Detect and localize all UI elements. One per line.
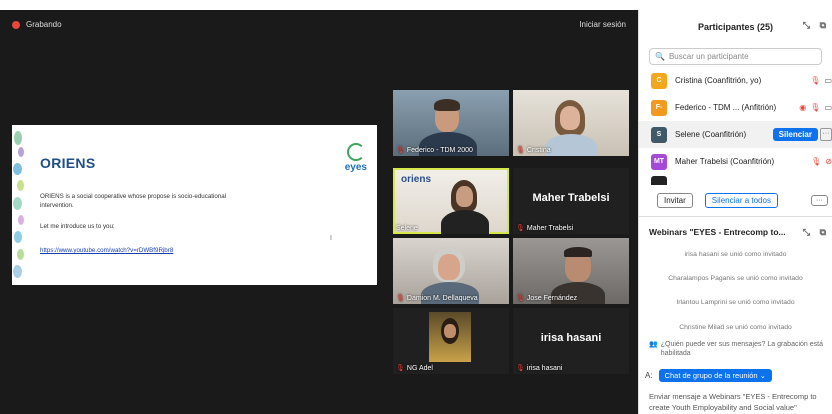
participants-title: Participantes (25) — [697, 22, 774, 32]
camera-icon: ▭ — [824, 76, 832, 85]
recording-dot-icon — [12, 20, 20, 29]
tile-name: Damion M. Dellaqueva — [406, 294, 478, 302]
eyes-logo-icon — [346, 143, 365, 161]
recipient-label: A: — [645, 371, 653, 380]
meeting-stage: Grabando Iniciar sesión ORIENS eyes ORIE… — [0, 10, 638, 414]
chat-messages: irisa hasani se unió como invitado Chara… — [639, 247, 832, 329]
video-tile-federico[interactable]: 🎙 Federico - TDM 2000 — [393, 90, 509, 156]
tile-name: irisa hasani — [526, 364, 563, 372]
avatar — [651, 176, 667, 185]
chat-system-message: Christine Milad se unió como invitado — [679, 324, 792, 329]
mute-all-button[interactable]: Silenciar a todos — [704, 193, 778, 208]
video-tile-irisa[interactable]: irisa hasani 🎙 irisa hasani — [513, 308, 629, 374]
eyes-logo-text: eyes — [344, 162, 367, 173]
popout-icon[interactable]: ⧉ — [820, 227, 826, 238]
recording-indicator: Grabando — [12, 20, 62, 29]
participant-name: Selene (Coanfitrión) — [675, 130, 747, 139]
participant-name: Cristina (Coanfitrión, yo) — [675, 76, 762, 85]
participant-row[interactable]: C Cristina (Coanfitrión, yo) 🎙 ▭ — [639, 67, 832, 94]
invite-button[interactable]: Invitar — [657, 193, 693, 208]
eyes-logo: eyes — [345, 143, 367, 173]
video-tile-ng-adel[interactable]: 🎙 NG Adel — [393, 308, 509, 374]
people-icon: 👥 — [649, 341, 658, 348]
slide-paragraph: ORIENS is a social cooperative whose pro… — [40, 193, 227, 209]
chat-header: Webinars "EYES - Entrecomp to... ⤡ ⧉ — [639, 217, 832, 247]
slide-link[interactable]: https://www.youtube.com/watch?v=rDWBf9Rj… — [40, 247, 173, 254]
avatar: MT — [651, 153, 667, 170]
tile-name: NG Adel — [406, 364, 433, 372]
tile-display-name: Maher Trabelsi — [532, 192, 610, 204]
search-input[interactable] — [668, 52, 809, 61]
avatar: F- — [651, 99, 667, 116]
signin-link[interactable]: Iniciar sesión — [579, 20, 626, 29]
participant-row[interactable]: MT Maher Trabelsi (Coanfitrión) 🎙 ⊘ — [639, 148, 832, 175]
chat-system-message: irisa hasani se unió como invitado — [684, 251, 787, 258]
muted-mic-icon: 🎙 — [396, 365, 405, 372]
muted-mic-icon: 🎙 — [516, 147, 525, 154]
slide-decoration — [12, 125, 26, 285]
avatar: S — [651, 126, 667, 143]
video-tile-cristina[interactable]: 🎙 Cristina — [513, 90, 629, 156]
camera-off-icon: ⊘ — [825, 157, 832, 166]
more-button[interactable]: ··· — [811, 195, 828, 206]
chat-system-message: Charalampos Paganis se unió como invitad… — [668, 275, 803, 282]
search-icon: 🔍 — [655, 52, 665, 61]
participants-header: Participantes (25) ⤡ ⧉ — [639, 10, 832, 44]
chat-title: Webinars "EYES - Entrecomp to... — [649, 227, 786, 237]
video-tile-damion[interactable]: 🎙 Damion M. Dellaqueva — [393, 238, 509, 304]
privacy-text: ¿Quién puede ver sus mensajes? La grabac… — [660, 341, 823, 357]
video-tile-maher[interactable]: Maher Trabelsi 🎙 Maher Trabelsi — [513, 168, 629, 234]
video-tile-jose[interactable]: 🎙 Jose Fernández — [513, 238, 629, 304]
chevron-down-icon: ⌄ — [759, 371, 766, 380]
participant-name: Federico - TDM ... (Anfitrión) — [675, 103, 777, 112]
recipient-dropdown[interactable]: Chat de grupo de la reunión ⌄ — [658, 369, 772, 382]
participants-actions: Invitar Silenciar a todos ··· — [639, 185, 832, 217]
participant-row[interactable]: F- Federico - TDM ... (Anfitrión) ◉ 🎙 ▭ — [639, 94, 832, 121]
tile-name: Selene — [396, 225, 418, 232]
collapse-icon[interactable]: ⤡ — [803, 227, 810, 238]
chat-compose-input[interactable]: Enviar mensaje a Webinars "EYES - Entrec… — [639, 391, 832, 413]
tile-name: Maher Trabelsi — [526, 224, 574, 232]
recording-label: Grabando — [26, 20, 62, 29]
chat-system-message: Irlantou Lamprini se unió como invitado — [676, 299, 795, 306]
chat-recipient: A: Chat de grupo de la reunión ⌄ — [645, 369, 772, 382]
more-options-button[interactable]: ··· — [820, 128, 832, 141]
mute-participant-button[interactable]: Silenciar — [772, 128, 818, 141]
video-tile-selene[interactable]: oriens Selene — [393, 168, 509, 234]
shared-screen: ORIENS eyes ORIENS is a social cooperati… — [12, 125, 377, 285]
collapse-icon[interactable]: ⤡ — [803, 20, 810, 31]
text-cursor-icon: I — [330, 235, 332, 242]
tile-display-name: irisa hasani — [540, 332, 602, 344]
camera-icon: ▭ — [824, 103, 832, 112]
muted-mic-icon: 🎙 — [516, 365, 525, 372]
muted-mic-icon: 🎙 — [516, 295, 525, 302]
participant-name: Maher Trabelsi (Coanfitrión) — [675, 157, 775, 166]
participant-search[interactable]: 🔍 — [649, 48, 822, 65]
participant-row[interactable]: S Selene (Coanfitrión) Silenciar ··· — [639, 121, 832, 148]
tile-name: Cristina — [526, 146, 551, 154]
participant-row[interactable] — [639, 175, 832, 185]
avatar: C — [651, 72, 667, 89]
muted-mic-icon: 🎙 — [811, 157, 822, 166]
muted-mic-icon: 🎙 — [396, 295, 405, 302]
popout-icon[interactable]: ⧉ — [820, 20, 826, 31]
side-panel: Participantes (25) ⤡ ⧉ 🔍 C Cristina (Coa… — [638, 10, 832, 414]
muted-mic-icon: 🎙 — [516, 225, 525, 232]
muted-mic-icon: 🎙 — [810, 103, 821, 112]
muted-mic-icon: 🎙 — [810, 76, 821, 85]
slide-intro: Let me introduce us to you: — [40, 223, 115, 230]
recording-icon: ◉ — [799, 103, 807, 112]
tile-name: Jose Fernández — [526, 294, 578, 302]
chat-privacy-notice[interactable]: 👥 ¿Quién puede ver sus mensajes? La grab… — [649, 340, 832, 358]
muted-mic-icon: 🎙 — [396, 147, 405, 154]
tile-name: Federico - TDM 2000 — [406, 146, 473, 154]
oriens-logo: oriens — [401, 174, 432, 185]
slide-title: ORIENS — [40, 155, 96, 171]
